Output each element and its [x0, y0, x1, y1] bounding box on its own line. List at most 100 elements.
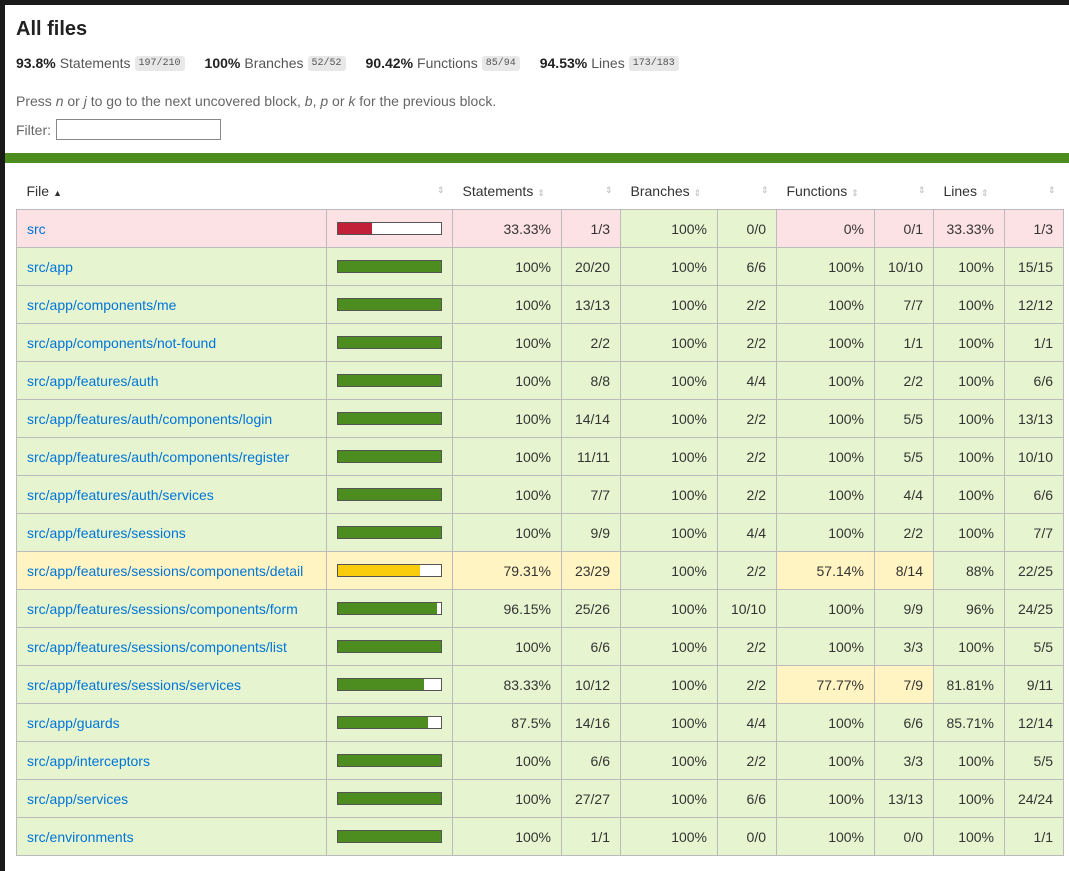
lines-fraction: 13/13: [1004, 399, 1064, 438]
column-header-label: Lines: [943, 183, 977, 199]
file-cell: src/app/features/sessions/services: [16, 665, 327, 704]
column-header-file-bar[interactable]: ⇕: [327, 173, 453, 210]
file-link[interactable]: src/app/features/auth/components/login: [27, 411, 272, 427]
column-header-lines-fraction[interactable]: ⇕: [1005, 173, 1064, 210]
file-link[interactable]: src/app/components/not-found: [27, 335, 216, 351]
file-link[interactable]: src/app/services: [27, 791, 128, 807]
statements-pct: 100%: [452, 399, 562, 438]
coverage-bar-cell: [326, 513, 453, 552]
lines-fraction: 9/11: [1004, 665, 1064, 704]
coverage-bar-fill: [338, 489, 441, 500]
coverage-bar-fill: [338, 793, 441, 804]
coverage-status-bar: [5, 153, 1069, 163]
file-link[interactable]: src/app/features/auth/services: [27, 487, 214, 503]
functions-fraction: 10/10: [874, 247, 934, 286]
lines-pct: 85.71%: [933, 703, 1005, 742]
coverage-bar: [337, 260, 442, 273]
lines-fraction: 7/7: [1004, 513, 1064, 552]
branches-pct: 100%: [620, 209, 718, 248]
lines-pct: 100%: [933, 513, 1005, 552]
column-header-file[interactable]: File ▲: [17, 173, 327, 210]
summary-branches: 100% Branches 52/52: [205, 55, 346, 71]
table-row: src/app/interceptors 100% 6/6 100% 2/2 100% 3/…: [16, 741, 1064, 780]
branches-fraction: 2/2: [717, 741, 777, 780]
branches-fraction: 2/2: [717, 665, 777, 704]
branches-fraction: 0/0: [717, 209, 777, 248]
column-header-statements-fraction[interactable]: ⇕: [562, 173, 621, 210]
statements-pct: 87.5%: [452, 703, 562, 742]
statements-pct: 100%: [452, 475, 562, 514]
statements-pct: 96.15%: [452, 589, 562, 628]
table-row: src/app/features/sessions/services 83.33%…: [16, 665, 1064, 704]
lines-fraction: 15/15: [1004, 247, 1064, 286]
branches-fraction: 2/2: [717, 551, 777, 590]
functions-fraction: 6/6: [874, 703, 934, 742]
coverage-bar-cell: [326, 551, 453, 590]
table-row: src/app/components/me 100% 13/13 100% 2/2 100…: [16, 285, 1064, 324]
column-header-lines[interactable]: Lines ⇕: [934, 173, 1005, 210]
statements-pct: 83.33%: [452, 665, 562, 704]
filter-label: Filter:: [16, 121, 51, 138]
statements-pct: 100%: [452, 361, 562, 400]
summary-fraction: 197/210: [134, 55, 185, 71]
statements-fraction: 11/11: [561, 437, 621, 476]
file-link[interactable]: src/app/components/me: [27, 297, 176, 313]
functions-pct: 77.77%: [776, 665, 875, 704]
branches-pct: 100%: [620, 513, 718, 552]
lines-pct: 100%: [933, 247, 1005, 286]
column-header-branches[interactable]: Branches ⇕: [621, 173, 718, 210]
hint-text: Press: [16, 93, 56, 109]
branches-fraction: 2/2: [717, 323, 777, 362]
file-cell: src/app/features/sessions/components/for…: [16, 589, 327, 628]
file-link[interactable]: src/app/guards: [27, 715, 120, 731]
branches-fraction: 2/2: [717, 399, 777, 438]
column-header-branches-fraction[interactable]: ⇕: [718, 173, 777, 210]
lines-pct: 100%: [933, 285, 1005, 324]
statements-fraction: 20/20: [561, 247, 621, 286]
sort-icon: ⇕: [760, 185, 769, 195]
file-link[interactable]: src/app/features/sessions/components/lis…: [27, 639, 287, 655]
file-link[interactable]: src/app/features/sessions/components/for…: [27, 601, 298, 617]
branches-pct: 100%: [620, 589, 718, 628]
file-cell: src/app/features/sessions: [16, 513, 327, 552]
functions-fraction: 1/1: [874, 323, 934, 362]
file-link[interactable]: src/environments: [27, 829, 134, 845]
coverage-bar: [337, 298, 442, 311]
file-link[interactable]: src/app/features/auth/components/registe…: [27, 449, 289, 465]
column-header-statements[interactable]: Statements ⇕: [453, 173, 562, 210]
statements-fraction: 10/12: [561, 665, 621, 704]
table-row: src/app/features/auth/services 100% 7/7 100…: [16, 475, 1064, 514]
column-header-functions[interactable]: Functions ⇕: [777, 173, 875, 210]
summary-label: Functions: [417, 55, 478, 71]
functions-pct: 100%: [776, 399, 875, 438]
summary-fraction: 52/52: [307, 55, 346, 71]
functions-pct: 100%: [776, 437, 875, 476]
lines-fraction: 12/14: [1004, 703, 1064, 742]
coverage-bar-fill: [338, 679, 424, 690]
statements-fraction: 1/1: [561, 817, 621, 856]
file-link[interactable]: src/app: [27, 259, 73, 275]
statements-fraction: 8/8: [561, 361, 621, 400]
column-header-functions-fraction[interactable]: ⇕: [875, 173, 934, 210]
table-row: src/app/components/not-found 100% 2/2 100% 2…: [16, 323, 1064, 362]
filter-input[interactable]: [56, 119, 221, 140]
functions-pct: 100%: [776, 627, 875, 666]
column-header-label: Branches: [630, 183, 690, 199]
sort-icon: ⇕: [604, 185, 613, 195]
statements-pct: 100%: [452, 323, 562, 362]
file-link[interactable]: src/app/features/auth: [27, 373, 159, 389]
lines-fraction: 1/1: [1004, 817, 1064, 856]
file-link[interactable]: src/app/features/sessions/components/det…: [27, 563, 303, 579]
file-link[interactable]: src: [27, 221, 46, 237]
branches-pct: 100%: [620, 741, 718, 780]
branches-fraction: 2/2: [717, 627, 777, 666]
coverage-bar: [337, 488, 442, 501]
hint-text: or: [63, 93, 84, 109]
summary-lines: 94.53% Lines 173/183: [540, 55, 679, 71]
table-row: src/app/guards 87.5% 14/16 100% 4/4 100% 6/6 85…: [16, 703, 1064, 742]
file-link[interactable]: src/app/features/sessions: [27, 525, 186, 541]
file-link[interactable]: src/app/interceptors: [27, 753, 150, 769]
file-link[interactable]: src/app/features/sessions/services: [27, 677, 241, 693]
branches-pct: 100%: [620, 551, 718, 590]
functions-pct: 100%: [776, 285, 875, 324]
